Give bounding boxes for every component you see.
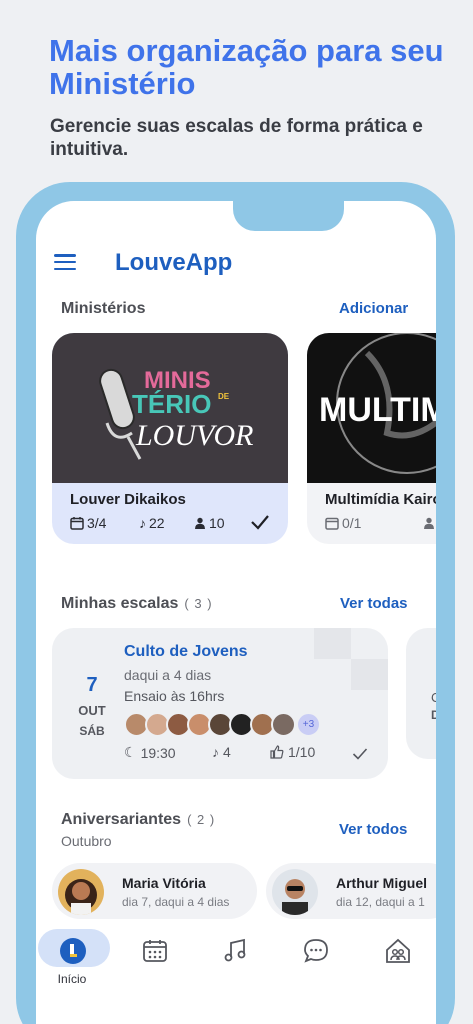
ministry-card-multimidia[interactable]: MULTIM Multimídia Kairós 0/1 [307,333,436,544]
calendar-icon [70,517,84,530]
ministries-title: Ministérios [61,300,146,317]
chat-bubble-icon [304,939,328,963]
songs-count: 22 [149,515,165,531]
birthday-date: dia 7, daqui a 4 dias [122,895,230,909]
birthday-card[interactable]: Maria Vitória dia 7, daqui a 4 dias [52,863,257,919]
confirmed-stat: 1/10 [270,744,315,760]
view-all-schedules-link[interactable]: Ver todas [340,595,408,612]
birthdays-title: Aniversariantes ( 2 ) [61,811,215,829]
peek-letter: D [431,708,436,722]
schedules-count: 0/1 [342,515,362,531]
music-notes-icon [224,938,246,962]
avatar [271,712,296,737]
schedules-count: 3/4 [87,515,107,531]
thumbs-up-icon [270,745,284,759]
songs-stat: ♪ 4 [212,744,231,760]
app-title: LouveApp [115,249,233,276]
music-note-icon: ♪ [212,744,219,760]
app-screen: LouveApp Ministérios Adicionar MINIS TÉR… [36,201,436,1024]
promo-subline: Gerencie suas escalas de forma prática e… [50,116,423,160]
card-corner-decoration [314,628,388,690]
member-avatars: +3 [124,712,321,737]
schedule-card[interactable]: 7 OUT SÁB Culto de Jovens daqui a 4 dias… [52,628,388,779]
ministry-name: Louver Dikaikos [70,491,186,508]
cover-text-4: LOUVOR [135,419,253,452]
schedules-stat: 3/4 [70,515,106,531]
time-stat: ☾ 19:30 [124,744,176,761]
check-icon [352,748,368,760]
add-ministry-link[interactable]: Adicionar [339,300,408,317]
calendar-icon [143,940,167,962]
ministry-card-louvor[interactable]: MINIS TÉRIO DE LOUVOR Louver Dikaikos 3/… [52,333,288,544]
birthday-name: Maria Vitória [122,875,206,891]
birthday-card[interactable]: Arthur Miguel dia 12, daqui a 1 [266,863,436,919]
birthdays-month: Outubro [61,833,112,849]
promo-headline: Mais organização para seu Ministério [49,33,444,101]
ministry-cover-louvor: MINIS TÉRIO DE LOUVOR [52,333,288,483]
birthdays-count-badge: ( 2 ) [187,812,216,827]
ministry-cover-multimidia: MULTIM [307,333,436,483]
nav-home-label: Início [57,972,87,986]
event-month: OUT [78,703,106,718]
avatar [58,869,104,915]
schedules-stat: 0/1 [325,515,361,531]
event-songs: 4 [223,744,231,760]
phone-notch [233,201,344,231]
cover-text: MULTIM [319,391,436,429]
birthday-name: Arthur Miguel [336,875,427,891]
moon-icon: ☾ [124,744,137,760]
nav-chat[interactable] [291,931,341,971]
nav-home[interactable] [48,931,98,971]
nav-calendar[interactable] [130,931,180,971]
cover-text-2: TÉRIO [132,389,211,419]
schedule-card-peek[interactable]: C D [406,628,436,759]
schedules-count-badge: ( 3 ) [184,596,213,611]
event-relative-date: daqui a 4 dias [124,667,212,683]
event-confirmed: 1/10 [288,744,316,760]
cover-text-3: DE [218,392,230,401]
peek-letter: C [431,690,436,705]
songs-stat: ♪ 22 [139,515,165,531]
event-weekday: SÁB [79,724,105,738]
birthdays-title-text: Aniversariantes [61,811,182,828]
person-photo-icon [65,879,97,915]
person-icon [424,517,434,529]
person-photo-icon [282,879,308,915]
event-stats: ☾ 19:30 ♪ 4 1/10 [124,744,374,764]
menu-icon[interactable] [54,254,76,270]
birthday-date: dia 12, daqui a 1 [336,895,425,909]
event-rehearsal: Ensaio às 16hrs [124,688,225,704]
view-all-birthdays-link[interactable]: Ver todos [339,821,407,838]
calendar-icon [325,517,339,530]
schedules-title: Minhas escalas ( 3 ) [61,595,213,613]
event-title: Culto de Jovens [124,643,248,660]
event-day: 7 [86,674,98,696]
members-stat: 10 [194,515,225,531]
nav-music[interactable] [210,931,260,971]
members-count: 10 [209,515,225,531]
ministry-name: Multimídia Kairós [325,491,436,508]
more-members-badge: +3 [296,712,321,737]
event-time: 19:30 [140,744,176,761]
group-house-icon [386,938,410,963]
person-icon [195,517,205,529]
nav-groups[interactable] [373,931,423,971]
music-note-icon: ♪ [139,515,146,531]
check-icon [251,515,269,530]
avatar [272,869,318,915]
schedules-title-text: Minhas escalas [61,595,179,612]
home-logo-icon [60,938,86,964]
